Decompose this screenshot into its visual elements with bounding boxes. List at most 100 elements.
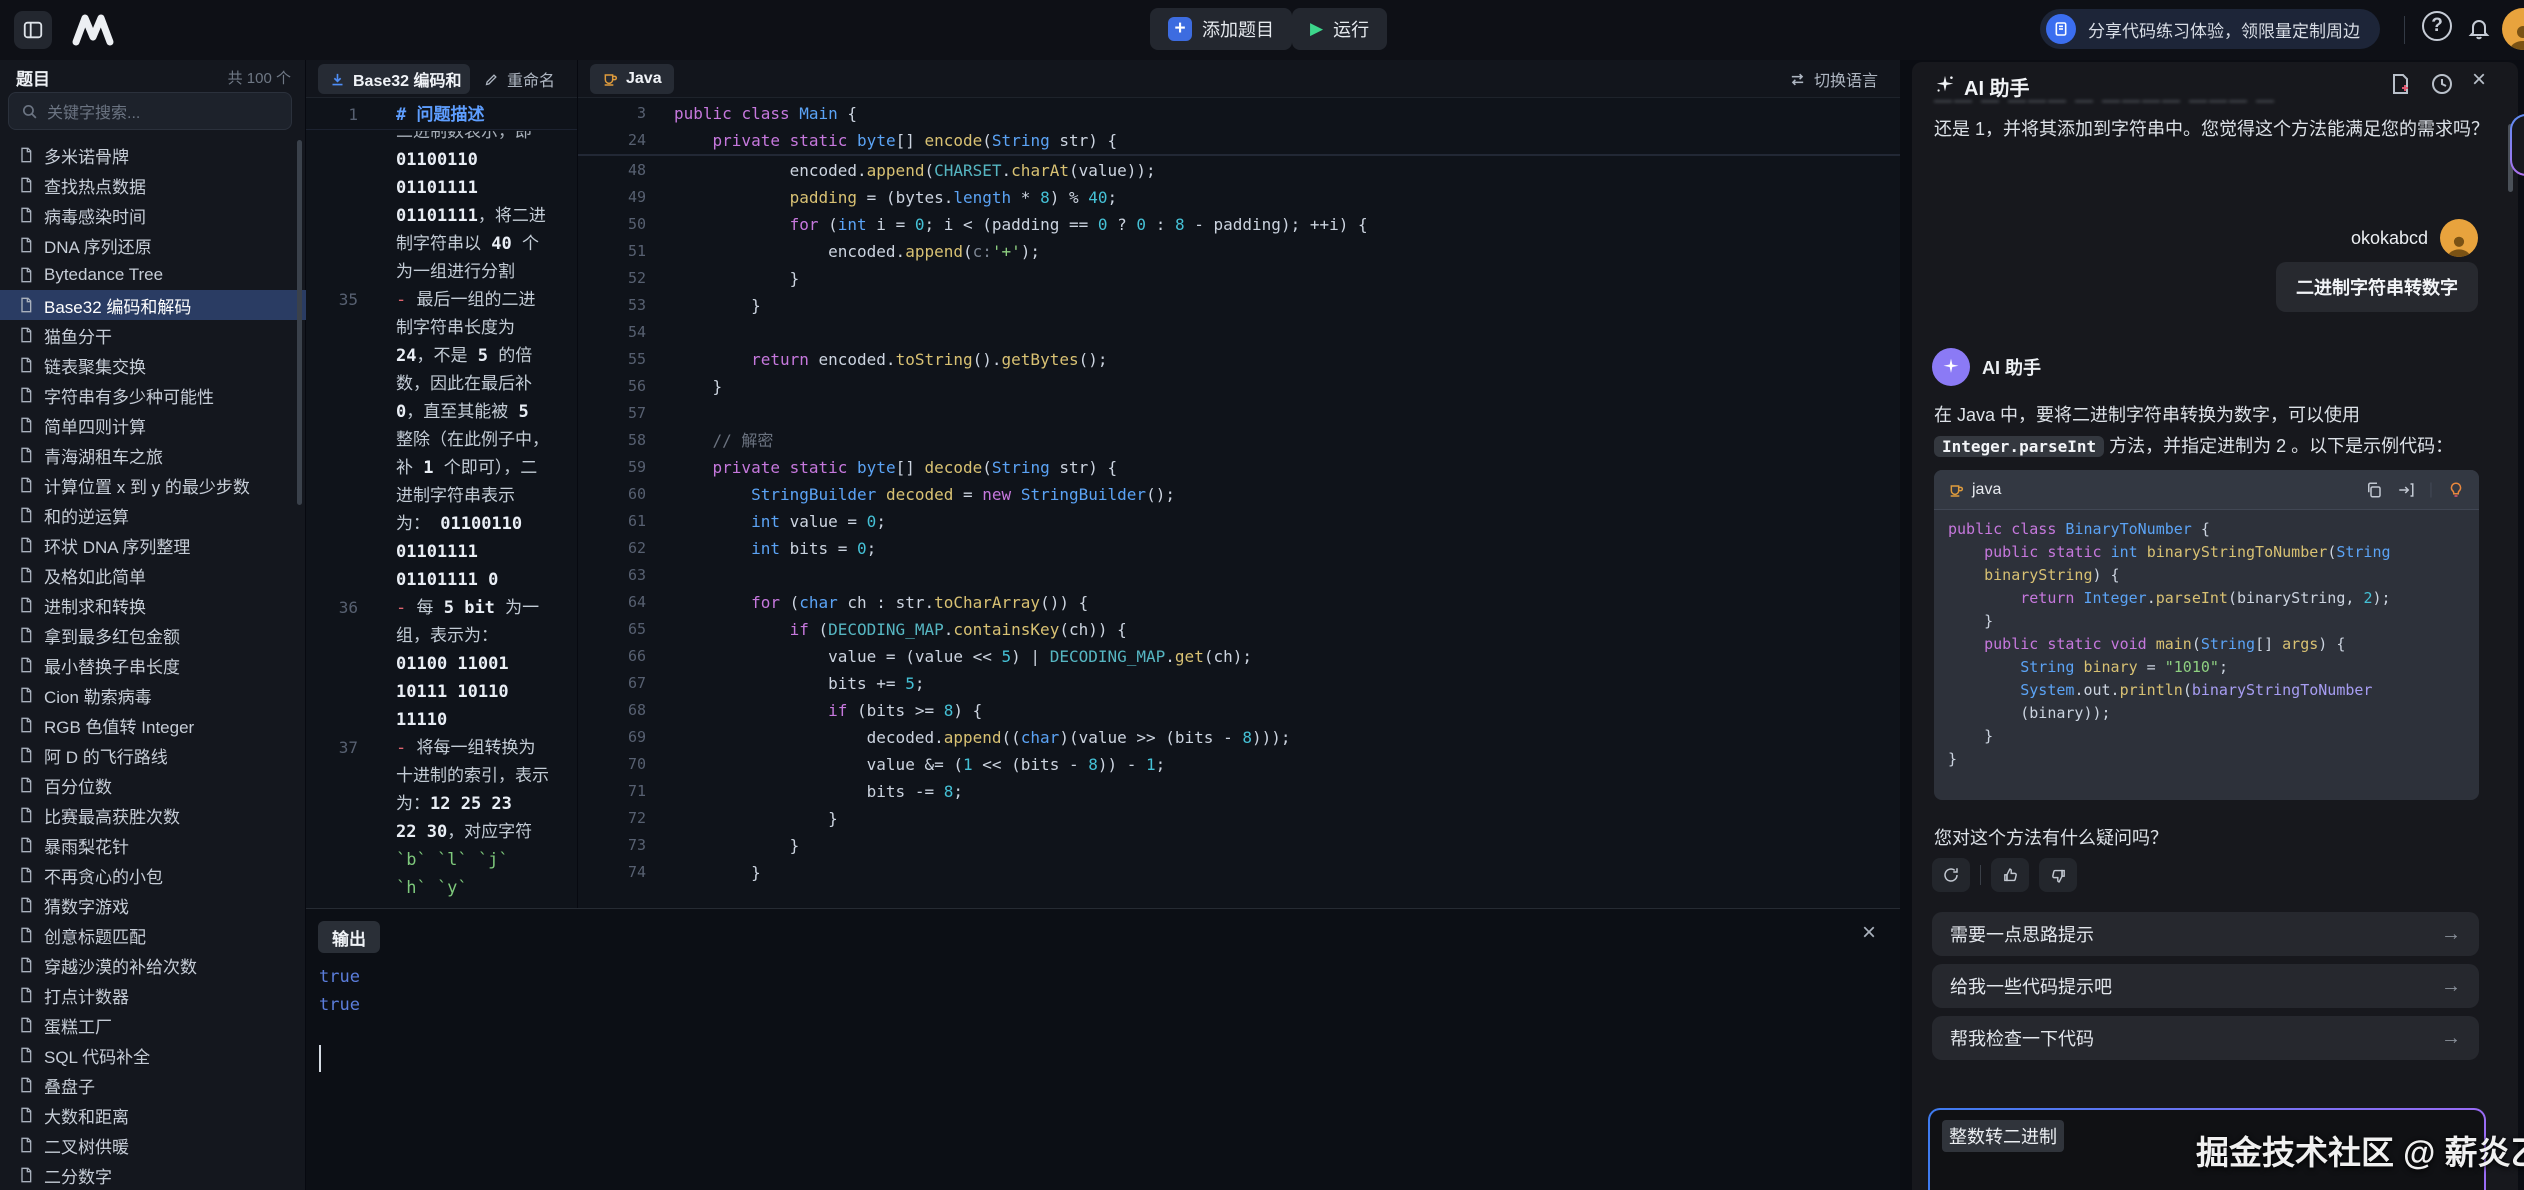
suggestion-chip[interactable]: 需要一点思路提示→ (1932, 912, 2479, 956)
code-row: 10111 10110 (306, 678, 577, 706)
sidebar-item-label: 简单四则计算 (44, 413, 146, 438)
code-row: 01101111 (306, 174, 577, 202)
output-tab[interactable]: 输出 (318, 921, 380, 953)
sidebar-item[interactable]: 二分数字 (0, 1160, 306, 1190)
suggestion-chip[interactable]: 帮我检查一下代码→ (1932, 1016, 2479, 1060)
suggestion-chip[interactable]: 给我一些代码提示吧→ (1932, 964, 2479, 1008)
header-divider (2404, 16, 2405, 44)
code-row: 61 int value = 0; (578, 508, 1900, 535)
sidebar-item-label: 猫鱼分干 (44, 323, 112, 348)
code-row: binaryString) { (1948, 564, 2391, 587)
sidebar-item[interactable]: 创意标题匹配 (0, 920, 306, 950)
floating-ai-button[interactable] (2510, 114, 2524, 176)
switch-language-button[interactable]: 切换语言 (1789, 67, 1878, 91)
sidebar-item[interactable]: 青海湖租车之旅 (0, 440, 306, 470)
line-number (306, 342, 358, 370)
code-row: 69 decoded.append((char)(value >> (bits … (578, 724, 1900, 751)
file-icon (18, 537, 34, 553)
line-number: 62 (578, 535, 646, 562)
line-number: 72 (578, 805, 646, 832)
sidebar-item[interactable]: RGB 色值转 Integer (0, 710, 306, 740)
code-row: 62 int bits = 0; (578, 535, 1900, 562)
sidebar-scrollbar[interactable] (297, 140, 302, 505)
code-row: 十进制的索引，表示 (306, 762, 577, 790)
line-number: 52 (578, 265, 646, 292)
line-number: 59 (578, 454, 646, 481)
description-content[interactable]: 二进制数表示，即011001100110111101101111，将二进制字符串… (306, 131, 577, 902)
sidebar-item[interactable]: 多米诺骨牌 (0, 140, 306, 170)
app-logo-icon[interactable] (70, 13, 116, 47)
file-icon (18, 1167, 34, 1183)
search-input[interactable]: 关键字搜索... (8, 92, 292, 130)
sidebar-item[interactable]: 打点计数器 (0, 980, 306, 1010)
sidebar-item[interactable]: 穿越沙漠的补给次数 (0, 950, 306, 980)
sidebar-toggle-button[interactable] (14, 11, 52, 49)
ai-lightbulb-icon[interactable] (2447, 481, 2465, 499)
run-button[interactable]: ▶ 运行 (1292, 8, 1387, 50)
sidebar-item[interactable]: 百分位数 (0, 770, 306, 800)
line-number: 24 (578, 127, 646, 154)
sidebar-item[interactable]: 和的逆运算 (0, 500, 306, 530)
notifications-button[interactable] (2462, 11, 2496, 45)
editor-code[interactable]: 48 encoded.append(CHARSET.charAt(value))… (578, 157, 1900, 886)
sidebar-item[interactable]: 及格如此简单 (0, 560, 306, 590)
sidebar-item[interactable]: 猜数字游戏 (0, 890, 306, 920)
sidebar-item[interactable]: 环状 DNA 序列整理 (0, 530, 306, 560)
sidebar-item[interactable]: 蛋糕工厂 (0, 1010, 306, 1040)
sidebar-item[interactable]: 链表聚集交换 (0, 350, 306, 380)
file-icon (18, 897, 34, 913)
sidebar-item[interactable]: 病毒感染时间 (0, 200, 306, 230)
history-icon[interactable] (2430, 72, 2454, 96)
sidebar-item[interactable]: 最小替换子串长度 (0, 650, 306, 680)
code-row: 68 if (bits >= 8) { (578, 697, 1900, 724)
sidebar-item[interactable]: 阿 D 的飞行路线 (0, 740, 306, 770)
regenerate-button[interactable] (1932, 858, 1970, 892)
sidebar-item-label: 最小替换子串长度 (44, 653, 180, 678)
sidebar-item[interactable]: Base32 编码和解码 (0, 290, 306, 320)
sidebar-item[interactable]: 进制求和转换 (0, 590, 306, 620)
sidebar-item[interactable]: 计算位置 x 到 y 的最少步数 (0, 470, 306, 500)
sidebar-item[interactable]: 暴雨梨花针 (0, 830, 306, 860)
new-chat-button[interactable] (2388, 72, 2412, 96)
file-icon (18, 597, 34, 613)
tab-problem-file[interactable]: Base32 编码和 (318, 64, 470, 94)
sidebar-item[interactable]: 字符串有多少种可能性 (0, 380, 306, 410)
ai-code-rows[interactable]: public class BinaryToNumber { public sta… (1948, 518, 2391, 771)
sidebar-item[interactable]: Bytedance Tree (0, 260, 306, 290)
sidebar-item[interactable]: 拿到最多红包金额 (0, 620, 306, 650)
sidebar-item[interactable]: DNA 序列还原 (0, 230, 306, 260)
code-row: 为一组进行分割 (306, 258, 577, 286)
problem-description-panel: Base32 编码和 重命名 1# 问题描述 二进制数表示，即011001100… (306, 60, 578, 908)
sidebar-item[interactable]: 叠盘子 (0, 1070, 306, 1100)
sidebar-item[interactable]: 查找热点数据 (0, 170, 306, 200)
thumbs-down-button[interactable] (2039, 858, 2077, 892)
play-icon: ▶ (1310, 19, 1323, 39)
assistant-question: 您对这个方法有什么疑问吗？ (1934, 824, 2168, 850)
sidebar-item-label: Bytedance Tree (44, 265, 163, 285)
help-button[interactable]: ? (2422, 11, 2452, 41)
suggestion-label: 帮我检查一下代码 (1950, 1025, 2094, 1051)
assistant-message-header: AI 助手 (1932, 348, 2041, 386)
clipped-message-line: —— — ——— — ———— ——— — (1934, 96, 2474, 112)
thumbs-up-button[interactable] (1991, 858, 2029, 892)
promo-banner[interactable]: 分享代码练习体验，领限量定制周边 (2040, 9, 2380, 49)
rename-button[interactable]: 重命名 (484, 67, 555, 91)
sidebar-item[interactable]: 猫鱼分干 (0, 320, 306, 350)
sidebar-item-label: 二叉树供暖 (44, 1133, 129, 1158)
user-avatar[interactable] (2502, 8, 2524, 50)
output-close-button[interactable]: × (1862, 919, 1876, 947)
sidebar-item[interactable]: 不再贪心的小包 (0, 860, 306, 890)
ai-close-button[interactable]: × (2472, 66, 2486, 94)
sidebar-item[interactable]: 大数和距离 (0, 1100, 306, 1130)
sidebar-item[interactable]: 二叉树供暖 (0, 1130, 306, 1160)
sidebar-item[interactable]: Cion 勒索病毒 (0, 680, 306, 710)
line-number: 37 (306, 734, 358, 762)
copy-icon[interactable] (2365, 481, 2383, 499)
insert-code-icon[interactable] (2397, 481, 2415, 499)
tab-java[interactable]: Java (590, 64, 674, 94)
add-problem-button[interactable]: + 添加题目 (1150, 8, 1292, 50)
sidebar-item[interactable]: 比赛最高获胜次数 (0, 800, 306, 830)
sidebar-item[interactable]: SQL 代码补全 (0, 1040, 306, 1070)
file-icon (18, 417, 34, 433)
sidebar-item[interactable]: 简单四则计算 (0, 410, 306, 440)
